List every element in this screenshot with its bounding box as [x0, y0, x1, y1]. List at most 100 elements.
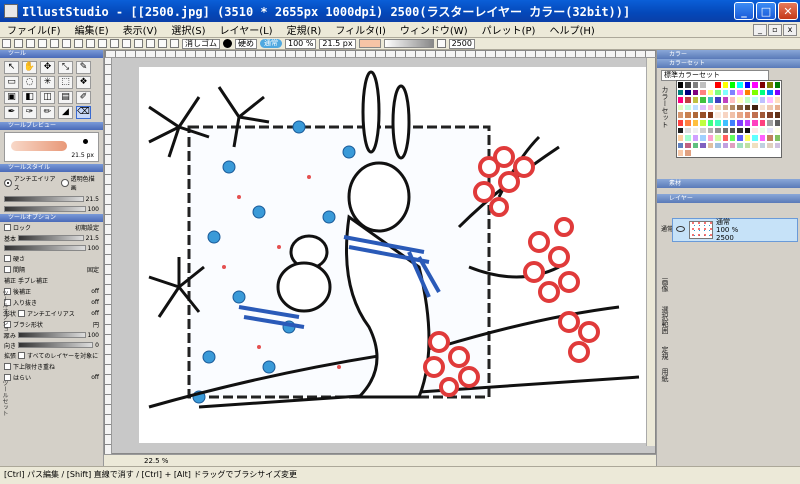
palette-swatch[interactable] [758, 118, 767, 127]
palette-swatch[interactable] [751, 111, 759, 119]
palette-swatch[interactable] [691, 96, 700, 104]
palette-swatch[interactable] [714, 126, 722, 135]
palette-swatch[interactable] [751, 118, 759, 127]
deselect-icon[interactable] [122, 39, 131, 48]
palette-swatch[interactable] [684, 118, 692, 127]
palette-swatch[interactable] [751, 126, 759, 135]
tool-options-side-tab[interactable]: ツールオプション [0, 290, 9, 338]
tool-set-side-tab[interactable]: ツールセット [0, 380, 9, 416]
palette-swatch[interactable] [728, 149, 737, 157]
palette-swatch[interactable] [691, 111, 700, 119]
palette-swatch[interactable] [743, 141, 752, 150]
magic-wand-tool-icon[interactable]: ✳ [40, 76, 55, 89]
palette-swatch[interactable] [721, 126, 729, 135]
crop-icon[interactable] [134, 39, 143, 48]
palette-swatch[interactable] [699, 88, 707, 97]
canvas-area[interactable] [104, 50, 657, 455]
palette-swatch[interactable] [766, 149, 774, 157]
rect-select-tool-icon[interactable]: ▭ [4, 76, 19, 89]
palette-swatch[interactable] [743, 81, 752, 89]
palette-swatch[interactable] [714, 118, 722, 127]
palette-swatch[interactable] [684, 111, 692, 119]
tab-selection[interactable]: 選択範囲 [660, 306, 670, 334]
lasso-tool-icon[interactable]: ◌ [22, 76, 37, 89]
menu-ruler[interactable]: 定規(R) [280, 22, 329, 37]
print-icon[interactable] [50, 39, 59, 48]
palette-swatch[interactable] [743, 88, 752, 97]
palette-swatch[interactable] [691, 118, 700, 127]
palette-swatch[interactable] [773, 141, 781, 150]
palette-swatch[interactable] [699, 111, 707, 119]
tab-image[interactable]: 画像 [660, 278, 670, 292]
maximize-button[interactable]: □ [756, 2, 776, 20]
palette-swatch[interactable] [699, 141, 707, 150]
palette-swatch[interactable] [766, 141, 774, 150]
palette-swatch[interactable] [728, 126, 737, 135]
menu-edit[interactable]: 編集(E) [68, 22, 116, 37]
interval-checkbox[interactable] [4, 266, 11, 273]
marker-tool-icon[interactable]: ✑ [22, 106, 37, 119]
new-icon[interactable] [14, 39, 23, 48]
palette-swatch[interactable] [706, 149, 715, 157]
color-palette-grid[interactable] [676, 80, 782, 158]
palette-swatch[interactable] [773, 111, 781, 119]
palette-swatch[interactable] [736, 118, 744, 127]
palette-swatch[interactable] [758, 88, 767, 97]
palette-swatch[interactable] [766, 103, 774, 112]
brush-tool-icon[interactable]: ✏ [40, 106, 55, 119]
palette-swatch[interactable] [728, 111, 737, 119]
palette-swatch[interactable] [677, 126, 685, 135]
palette-swatch[interactable] [751, 134, 759, 142]
palette-swatch[interactable] [684, 88, 692, 97]
palette-swatch[interactable] [699, 149, 707, 157]
pen-tool-icon[interactable]: ✒ [4, 106, 19, 119]
palette-swatch[interactable] [691, 126, 700, 135]
palette-swatch[interactable] [691, 103, 700, 112]
palette-swatch[interactable] [758, 134, 767, 142]
palette-swatch[interactable] [684, 81, 692, 89]
palette-swatch[interactable] [677, 96, 685, 104]
palette-swatch[interactable] [773, 103, 781, 112]
interval-value[interactable]: 固定 [87, 265, 99, 274]
palette-swatch[interactable] [714, 81, 722, 89]
palette-swatch[interactable] [721, 96, 729, 104]
palette-swatch[interactable] [691, 88, 700, 97]
palette-swatch[interactable] [677, 111, 685, 119]
select-tool-icon[interactable]: ↖ [4, 61, 19, 74]
palette-swatch[interactable] [721, 81, 729, 89]
move-tool-icon[interactable]: ✥ [40, 61, 55, 74]
palette-swatch[interactable] [758, 141, 767, 150]
menu-help[interactable]: ヘルプ(H) [542, 22, 601, 37]
palette-swatch[interactable] [743, 111, 752, 119]
redo-icon[interactable] [110, 39, 119, 48]
extend-tab-label[interactable]: 拡張 [4, 351, 16, 360]
palette-swatch[interactable] [766, 134, 774, 142]
brush-shape-value[interactable]: 円 [93, 320, 99, 329]
marquee-tool-icon[interactable]: ⬚ [58, 76, 73, 89]
gradient-tool-icon[interactable]: ◧ [22, 91, 37, 104]
copy-icon[interactable] [74, 39, 83, 48]
hardness-checkbox[interactable] [4, 255, 11, 262]
palette-swatch[interactable] [766, 111, 774, 119]
palette-swatch[interactable] [751, 81, 759, 89]
palette-swatch[interactable] [706, 103, 715, 112]
palette-swatch[interactable] [721, 134, 729, 142]
palette-swatch[interactable] [743, 149, 752, 157]
palette-swatch[interactable] [728, 141, 737, 150]
palette-swatch[interactable] [773, 96, 781, 104]
zoom-level[interactable]: 22.5 % [144, 457, 168, 465]
menu-window[interactable]: ウィンドウ(W) [393, 22, 475, 37]
palette-swatch[interactable] [773, 118, 781, 127]
palette-swatch[interactable] [677, 103, 685, 112]
palette-swatch[interactable] [706, 81, 715, 89]
antialias-radio[interactable] [4, 179, 12, 187]
palette-swatch[interactable] [677, 88, 685, 97]
palette-swatch[interactable] [743, 118, 752, 127]
palette-swatch[interactable] [721, 118, 729, 127]
palette-swatch[interactable] [721, 88, 729, 97]
palette-swatch[interactable] [691, 141, 700, 150]
transform-tool-icon[interactable]: ❖ [76, 76, 91, 89]
palette-swatch[interactable] [721, 141, 729, 150]
palette-swatch[interactable] [677, 149, 685, 157]
visibility-eye-icon[interactable] [676, 226, 685, 232]
